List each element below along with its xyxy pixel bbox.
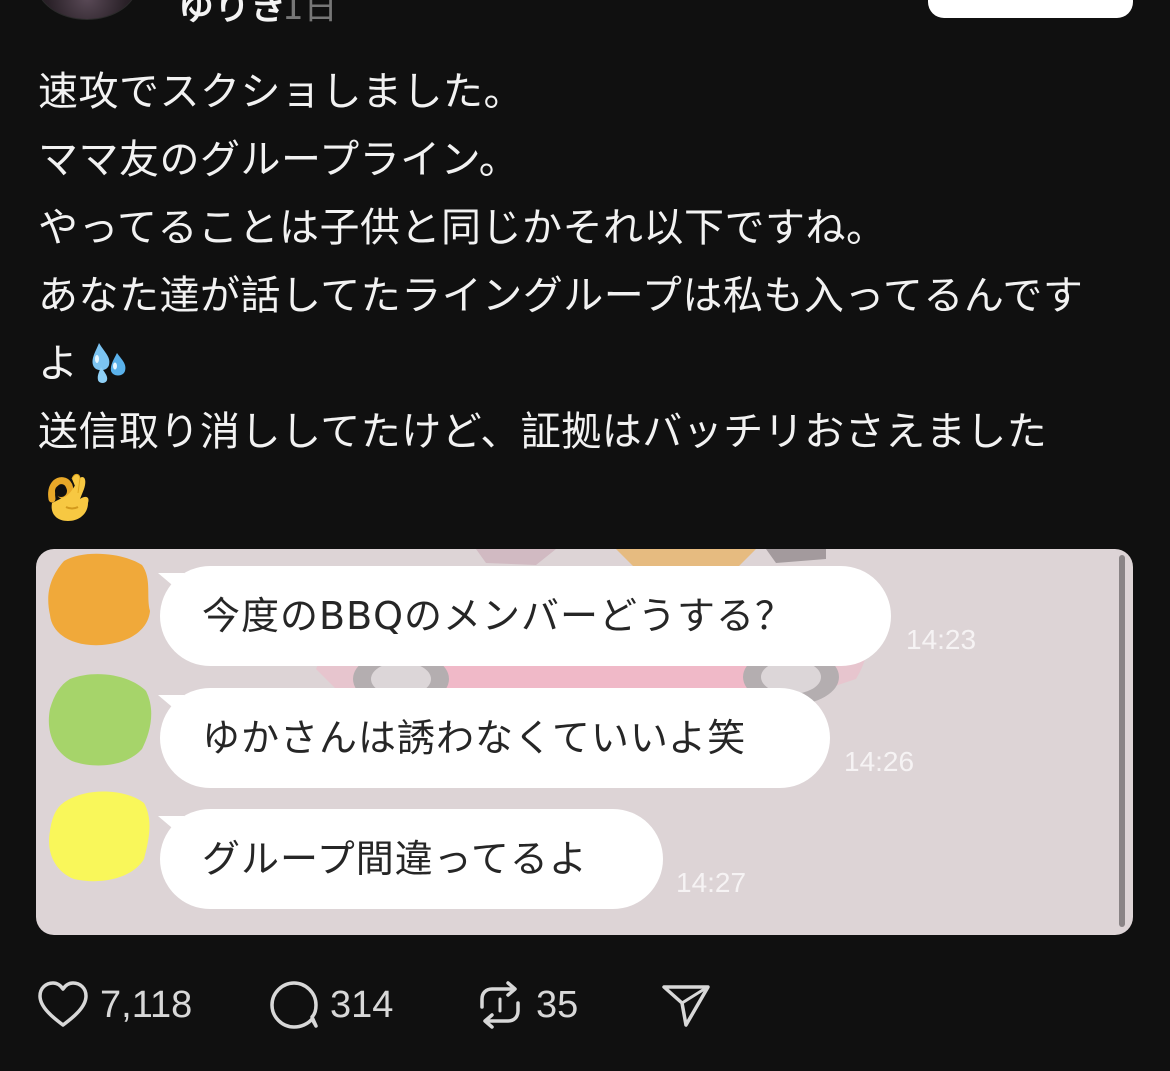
- share-button[interactable]: [660, 975, 712, 1035]
- repost-icon: [474, 979, 526, 1031]
- attached-image[interactable]: 今度のBBQのメンバーどうする？ 14:23 ゆかさんは誘わなくていいよ笑 14…: [36, 549, 1133, 935]
- avatar-scribble-yellow: [49, 791, 150, 882]
- like-count: 7,118: [100, 983, 193, 1026]
- post-line: あなた達が話してたライングループは私も入ってるんです: [38, 273, 1084, 319]
- username[interactable]: ゆりき: [178, 0, 286, 30]
- post-text: 速攻でスクショしました。 ママ友のグループライン。 やってることは子供と同じかそ…: [38, 58, 1138, 534]
- sweat-droplets-icon: [85, 338, 131, 384]
- avatar[interactable]: [36, 0, 138, 20]
- message-time: 14:26: [844, 746, 915, 777]
- send-icon: [660, 979, 712, 1031]
- message-time: 14:27: [676, 867, 747, 898]
- message-time: 14:23: [906, 624, 977, 655]
- post-line: よ: [38, 341, 79, 387]
- post-line-with-emoji: よ: [38, 330, 1138, 398]
- reply-count: 314: [330, 983, 394, 1026]
- action-bar: 7,118 314 35: [36, 975, 756, 1035]
- image-scrollbar: [1119, 555, 1125, 927]
- post-timestamp: 1日: [282, 0, 338, 28]
- post-line: 送信取り消ししてたけど、証拠はバッチリおさえました: [38, 409, 1048, 455]
- avatar-scribble-orange: [48, 553, 150, 646]
- message-bubble[interactable]: 今度のBBQのメンバーどうする？: [160, 566, 891, 666]
- avatar-scribble-green: [48, 674, 152, 766]
- repost-count: 35: [536, 983, 579, 1026]
- post-line-emoji-only: [38, 466, 1138, 534]
- post-line: やってることは子供と同じかそれ以下ですね。: [38, 205, 887, 251]
- message-bubble[interactable]: ゆかさんは誘わなくていいよ笑: [160, 688, 830, 788]
- post-line: ママ友のグループライン。: [38, 137, 520, 183]
- reply-button[interactable]: 314: [268, 975, 393, 1035]
- message-bubble[interactable]: グループ間違ってるよ: [160, 809, 663, 909]
- repost-button[interactable]: 35: [474, 975, 578, 1035]
- comment-icon: [268, 979, 320, 1031]
- post-line: 速攻でスクショしました。: [38, 69, 524, 115]
- follow-button[interactable]: [928, 0, 1133, 18]
- ok-hand-icon: [42, 469, 94, 523]
- like-button[interactable]: 7,118: [36, 975, 192, 1035]
- post-header: ゆりき 1日: [0, 0, 1170, 30]
- heart-icon: [36, 980, 90, 1030]
